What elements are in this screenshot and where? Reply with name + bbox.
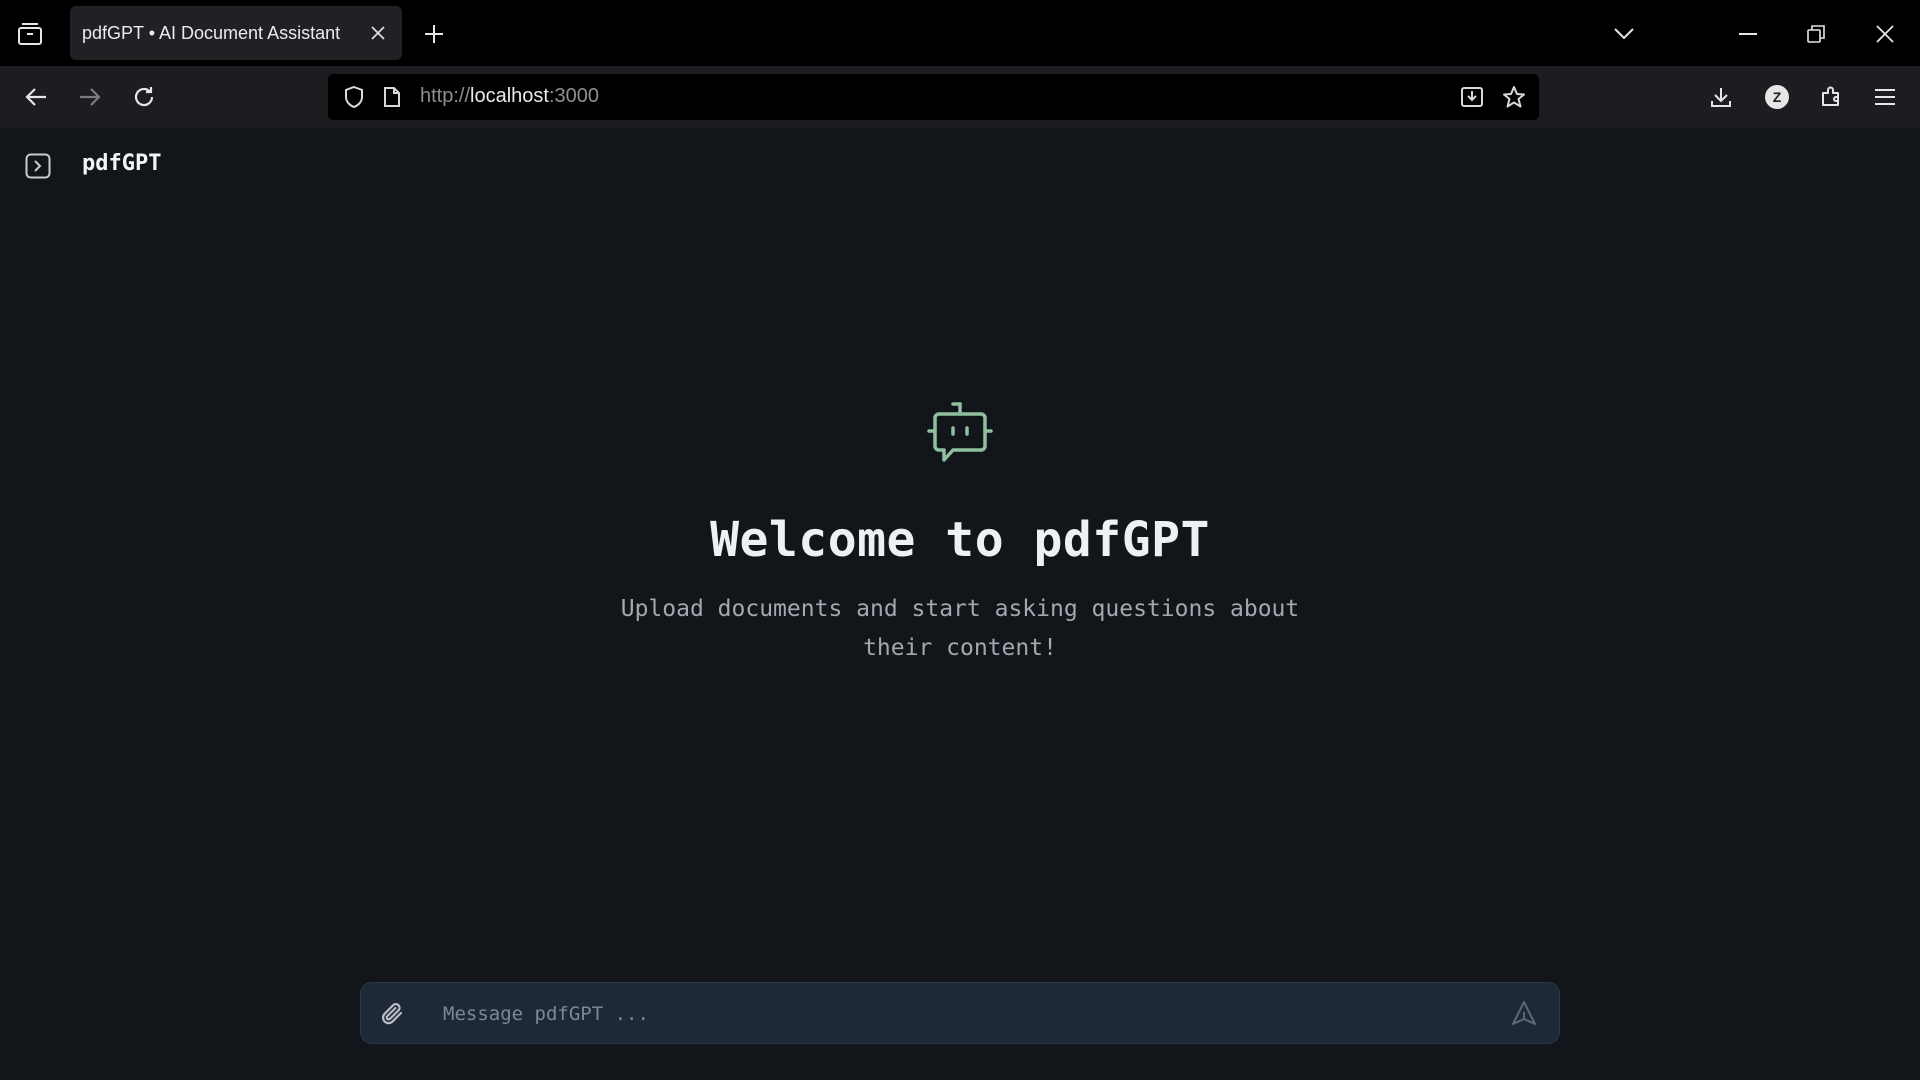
- message-input[interactable]: [443, 995, 1443, 1033]
- sidebar-toggle-icon[interactable]: [24, 152, 52, 180]
- send-icon[interactable]: [1509, 998, 1539, 1028]
- welcome-subtitle: Upload documents and start asking questi…: [620, 596, 1300, 661]
- forward-arrow-icon[interactable]: [76, 83, 104, 111]
- url-host: localhost: [470, 85, 549, 107]
- close-window-icon[interactable]: [1871, 20, 1899, 48]
- downloads-icon[interactable]: [1707, 83, 1735, 111]
- page-info-icon[interactable]: [378, 83, 406, 111]
- url-text[interactable]: http://localhost:3000: [420, 85, 599, 108]
- app-title: pdfGPT: [82, 151, 162, 176]
- browser-tab-bar: pdfGPT • AI Document Assistant: [0, 0, 1920, 66]
- attach-paperclip-icon[interactable]: [379, 1000, 407, 1028]
- url-scheme: http://: [420, 85, 471, 107]
- tab-title: pdfGPT • AI Document Assistant: [82, 22, 341, 43]
- reload-icon[interactable]: [130, 83, 158, 111]
- tab-overview-icon[interactable]: [16, 20, 44, 48]
- extensions-icon[interactable]: [1817, 83, 1845, 111]
- active-tab[interactable]: pdfGPT • AI Document Assistant: [70, 6, 402, 60]
- tab-close-icon[interactable]: [364, 19, 392, 47]
- url-port: :3000: [548, 85, 600, 107]
- profile-initial: Z: [1773, 89, 1782, 105]
- list-tabs-chevron-icon[interactable]: [1610, 20, 1638, 48]
- save-to-pocket-icon[interactable]: [1458, 83, 1486, 111]
- restore-window-icon[interactable]: [1802, 20, 1830, 48]
- welcome-title: Welcome to pdfGPT: [710, 512, 1210, 568]
- menu-hamburger-icon[interactable]: [1871, 83, 1899, 111]
- profile-avatar-icon[interactable]: Z: [1762, 82, 1792, 112]
- new-tab-icon[interactable]: [420, 20, 448, 48]
- minimize-window-icon[interactable]: [1734, 20, 1762, 48]
- welcome-section: Welcome to pdfGPT Upload documents and s…: [0, 398, 1920, 668]
- url-bar[interactable]: http://localhost:3000: [328, 74, 1539, 120]
- bot-icon: [927, 402, 993, 462]
- bookmark-star-icon[interactable]: [1500, 83, 1528, 111]
- app-header: pdfGPT: [0, 128, 1920, 204]
- tracking-shield-icon[interactable]: [340, 83, 368, 111]
- browser-nav-bar: http://localhost:3000 Z: [0, 66, 1920, 128]
- message-composer: [360, 982, 1560, 1044]
- back-arrow-icon[interactable]: [22, 83, 50, 111]
